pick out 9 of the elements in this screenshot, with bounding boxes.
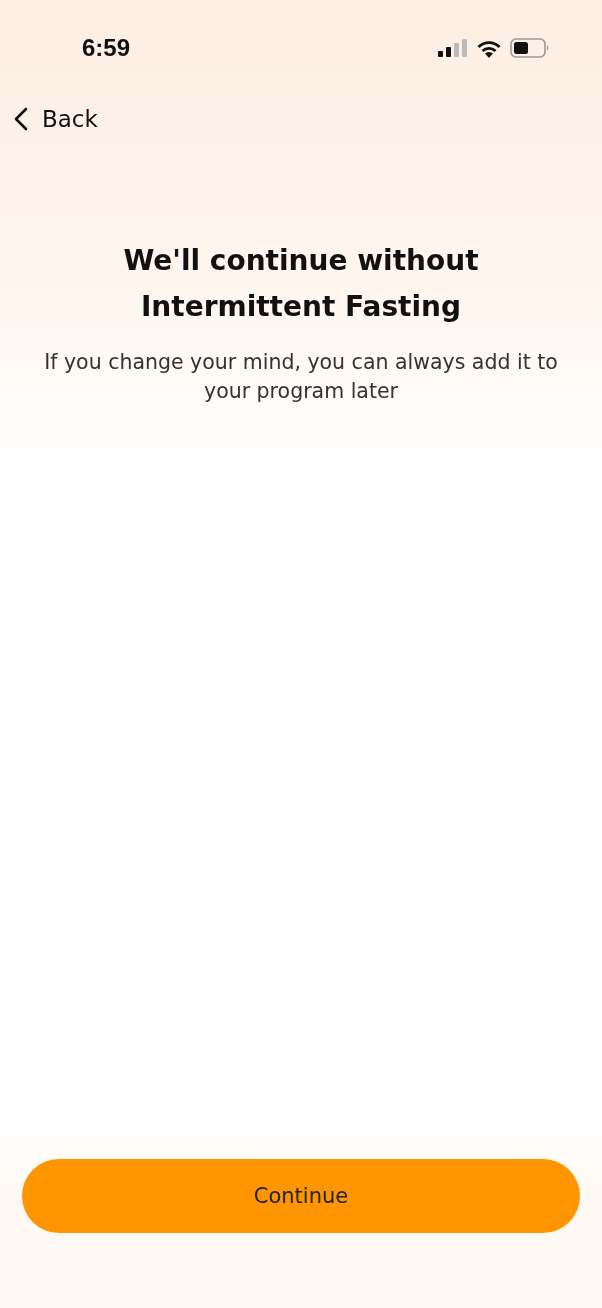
continue-button[interactable]: Continue xyxy=(22,1159,580,1233)
status-time: 6:59 xyxy=(82,34,131,62)
screen-title: We'll continue without Intermittent Fasting xyxy=(122,243,480,325)
chevron-left-icon xyxy=(14,107,28,131)
signal-icon xyxy=(438,39,468,57)
back-button[interactable]: Back xyxy=(12,104,100,134)
wifi-icon xyxy=(476,38,502,58)
battery-icon xyxy=(510,38,550,58)
screen-subtitle: If you change your mind, you can always add it to your program later xyxy=(43,349,559,405)
